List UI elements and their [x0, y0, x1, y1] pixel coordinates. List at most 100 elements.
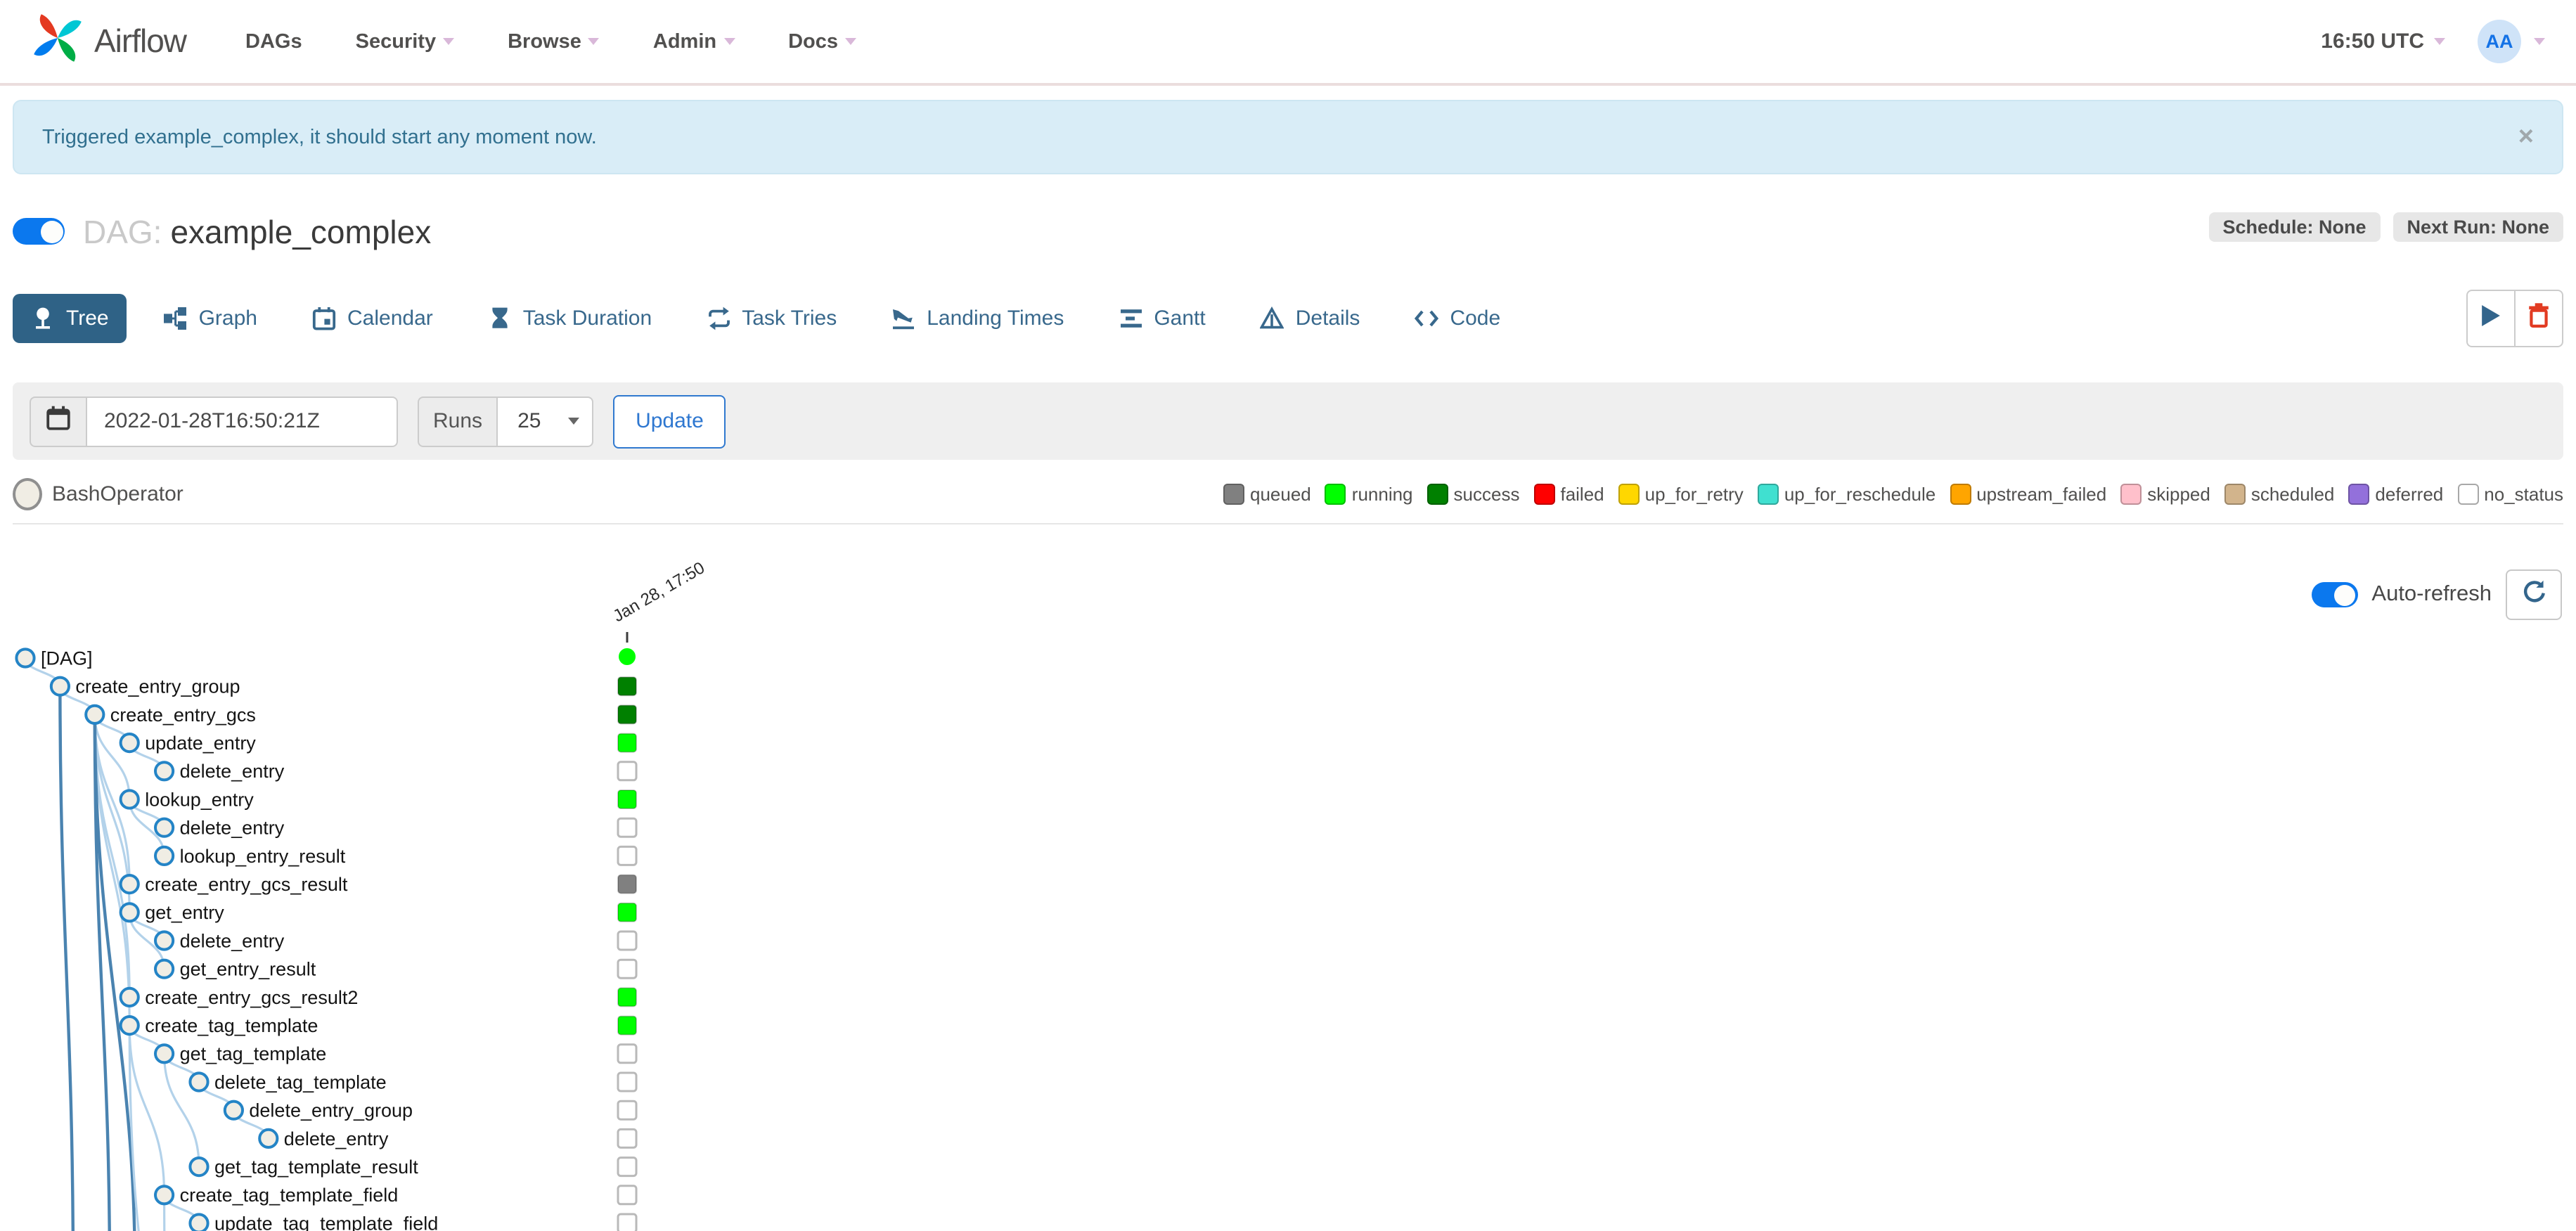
- task-node-circle[interactable]: [154, 761, 175, 782]
- status-label: failed: [1560, 484, 1604, 505]
- task-node-circle[interactable]: [15, 647, 36, 669]
- tab-task-duration[interactable]: Task Duration: [470, 294, 670, 343]
- task-status-square[interactable]: [617, 874, 637, 894]
- dag-run-status-circle[interactable]: [619, 648, 636, 665]
- tab-task-tries[interactable]: Task Tries: [688, 294, 855, 343]
- task-node-circle[interactable]: [154, 930, 175, 951]
- task-node-label[interactable]: get_entry_result: [180, 959, 316, 980]
- run-filter-bar: Runs 25 Update: [13, 382, 2563, 460]
- status-label: no_status: [2484, 484, 2563, 505]
- nav-item-admin[interactable]: Admin: [653, 30, 735, 53]
- task-node-label[interactable]: create_entry_group: [75, 676, 240, 697]
- task-status-square[interactable]: [617, 1100, 638, 1121]
- task-status-square[interactable]: [617, 1156, 638, 1178]
- task-node-circle[interactable]: [188, 1156, 210, 1178]
- update-button[interactable]: Update: [613, 394, 726, 448]
- task-node-label[interactable]: delete_entry_group: [249, 1100, 413, 1121]
- task-node-circle[interactable]: [119, 789, 140, 810]
- task-node-circle[interactable]: [119, 874, 140, 895]
- task-node-label[interactable]: create_entry_gcs_result: [145, 874, 348, 895]
- task-node-circle[interactable]: [154, 958, 175, 979]
- delete-dag-button[interactable]: [2514, 290, 2563, 347]
- avatar[interactable]: AA: [2478, 20, 2521, 63]
- task-status-square[interactable]: [617, 817, 638, 838]
- task-status-square[interactable]: [617, 676, 637, 697]
- tab-label: Task Duration: [522, 307, 652, 330]
- task-node-label[interactable]: create_tag_template: [145, 1015, 318, 1036]
- tab-graph[interactable]: Graph: [146, 294, 276, 343]
- task-status-square[interactable]: [617, 733, 637, 753]
- nav-item-browse[interactable]: Browse: [508, 30, 600, 53]
- task-node-label[interactable]: delete_entry: [284, 1128, 389, 1149]
- auto-refresh-toggle[interactable]: [2311, 582, 2358, 607]
- status-legend-item-no-status: no_status: [2457, 484, 2563, 505]
- task-status-square[interactable]: [617, 958, 638, 979]
- dag-action-buttons: [2466, 290, 2563, 347]
- runs-select[interactable]: 25: [496, 396, 594, 446]
- task-node-circle[interactable]: [119, 986, 140, 1008]
- task-node-label[interactable]: delete_entry: [180, 818, 285, 839]
- task-status-square[interactable]: [617, 845, 638, 866]
- task-status-square[interactable]: [617, 1185, 638, 1206]
- task-node-circle[interactable]: [119, 1015, 140, 1036]
- user-menu-chevron-icon[interactable]: [2534, 38, 2545, 45]
- task-node-circle[interactable]: [119, 902, 140, 923]
- base-date-input[interactable]: [86, 396, 398, 446]
- task-node-circle[interactable]: [154, 845, 175, 867]
- dag-pause-toggle[interactable]: [13, 218, 65, 245]
- task-status-square[interactable]: [617, 1213, 638, 1231]
- task-node-label[interactable]: update_entry: [145, 733, 256, 754]
- task-node-circle[interactable]: [154, 817, 175, 838]
- task-status-square[interactable]: [617, 1128, 638, 1149]
- nav-item-docs[interactable]: Docs: [788, 30, 857, 53]
- trigger-dag-button[interactable]: [2466, 290, 2514, 347]
- tab-gantt[interactable]: Gantt: [1100, 294, 1223, 343]
- task-node-label[interactable]: get_entry: [145, 902, 224, 923]
- task-node-label[interactable]: create_tag_template_field: [180, 1185, 399, 1206]
- task-node-label[interactable]: get_tag_template_result: [214, 1156, 418, 1178]
- task-status-square[interactable]: [617, 704, 637, 725]
- task-node-circle[interactable]: [84, 704, 105, 726]
- nav-item-dags[interactable]: DAGs: [245, 30, 302, 53]
- task-node-label[interactable]: lookup_entry: [145, 789, 254, 810]
- run-date-label[interactable]: Jan 28, 17:50: [610, 558, 709, 627]
- task-status-square[interactable]: [617, 930, 638, 951]
- task-node-label[interactable]: delete_entry: [180, 930, 285, 951]
- airflow-brand-link[interactable]: Airflow: [31, 11, 187, 72]
- tab-calendar[interactable]: Calendar: [294, 294, 451, 343]
- tab-details[interactable]: Details: [1242, 294, 1379, 343]
- task-node-circle[interactable]: [223, 1100, 244, 1121]
- task-status-square[interactable]: [617, 902, 637, 922]
- task-status-square[interactable]: [617, 1043, 638, 1064]
- task-node-circle[interactable]: [154, 1043, 175, 1064]
- task-status-square[interactable]: [617, 761, 638, 782]
- task-node-label[interactable]: [DAG]: [41, 647, 93, 669]
- task-node-label[interactable]: create_entry_gcs_result2: [145, 987, 358, 1008]
- task-node-circle[interactable]: [154, 1185, 175, 1206]
- task-node-label[interactable]: delete_entry: [180, 761, 285, 782]
- task-node-label[interactable]: delete_tag_template: [214, 1071, 387, 1093]
- clock-menu[interactable]: 16:50 UTC: [2321, 30, 2445, 53]
- tab-tree[interactable]: Tree: [13, 294, 127, 343]
- task-node-circle[interactable]: [119, 733, 140, 754]
- task-node-label[interactable]: get_tag_template: [180, 1043, 327, 1064]
- status-legend-item-up-for-reschedule: up_for_reschedule: [1757, 484, 1936, 505]
- task-node-label[interactable]: create_entry_gcs: [110, 704, 256, 726]
- task-status-square[interactable]: [617, 789, 637, 809]
- alert-close-icon[interactable]: ×: [2518, 124, 2534, 150]
- task-status-square[interactable]: [617, 987, 637, 1007]
- task-node-circle[interactable]: [258, 1128, 279, 1149]
- runs-label: Runs: [418, 396, 497, 446]
- tab-landing-times[interactable]: Landing Times: [873, 294, 1082, 343]
- nav-item-security[interactable]: Security: [356, 30, 455, 53]
- task-node-circle[interactable]: [188, 1071, 210, 1093]
- task-node-circle[interactable]: [49, 676, 71, 697]
- task-status-square[interactable]: [617, 1071, 638, 1093]
- tab-code[interactable]: Code: [1396, 294, 1519, 343]
- task-node-label[interactable]: update_tag_template_field: [214, 1213, 438, 1231]
- task-status-square[interactable]: [617, 1015, 637, 1036]
- dag-label: DAG:: [83, 214, 162, 250]
- refresh-button[interactable]: [2506, 569, 2562, 620]
- task-node-circle[interactable]: [188, 1213, 210, 1231]
- task-node-label[interactable]: lookup_entry_result: [180, 846, 346, 867]
